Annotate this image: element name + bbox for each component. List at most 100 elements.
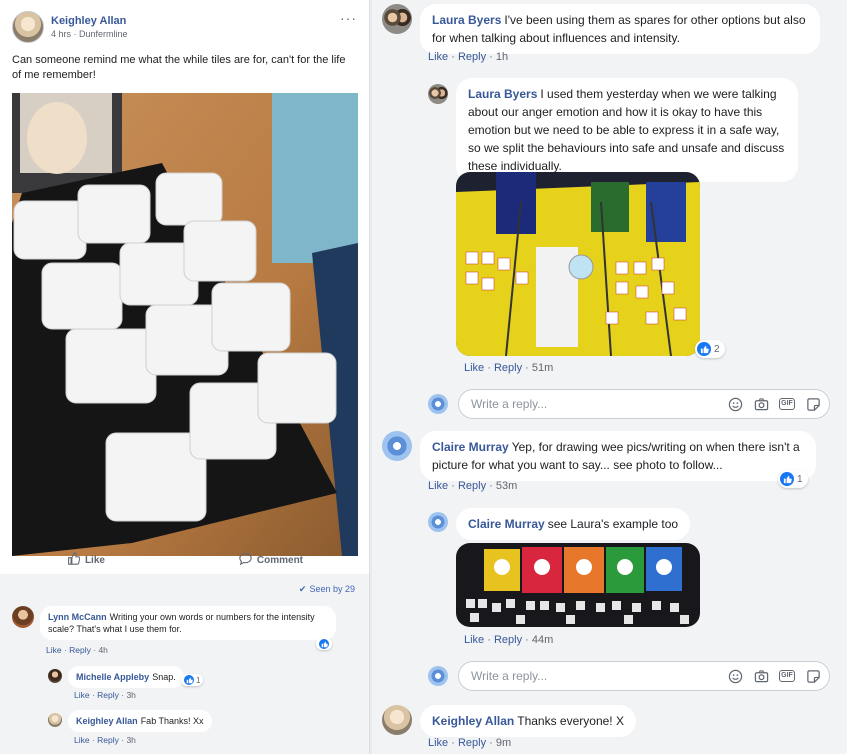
comment-time[interactable]: 53m <box>496 480 517 492</box>
post-text: Can someone remind me what the while til… <box>12 54 346 81</box>
comment-like-link[interactable]: Like <box>464 634 484 646</box>
comment-author[interactable]: Claire Murray <box>468 517 545 531</box>
avatar[interactable] <box>428 512 448 532</box>
reaction-count[interactable]: 1 <box>181 674 204 686</box>
comment-text: Snap. <box>152 672 176 682</box>
comment-time[interactable]: 1h <box>496 51 508 63</box>
emoji-icon[interactable] <box>727 396 743 412</box>
camera-icon[interactable] <box>753 668 769 684</box>
comment-bubble: Keighley Allan Fab Thanks! Xx <box>68 710 212 732</box>
reaction-count[interactable] <box>316 638 332 650</box>
comment-photo[interactable] <box>456 543 700 627</box>
comment-reply-link[interactable]: Reply <box>494 362 522 374</box>
reply: Keighley Allan Fab Thanks! Xx <box>48 710 212 732</box>
comment-button[interactable]: Comment <box>239 552 303 568</box>
post-author-block: Keighley Allan 4 hrs · Dunfermline <box>51 15 128 39</box>
reaction-count[interactable]: 2 <box>695 340 725 358</box>
reply: Michelle Appleby Snap. <box>48 666 184 688</box>
comment-bubble: Keighley Allan Thanks everyone! X <box>420 705 636 737</box>
comment-like-link[interactable]: Like <box>46 645 62 655</box>
reply: Laura Byers I used them yesterday when we… <box>428 78 798 182</box>
avatar[interactable] <box>12 606 34 628</box>
avatar[interactable] <box>428 84 448 104</box>
avatar[interactable] <box>48 713 62 727</box>
comment-reply-link[interactable]: Reply <box>69 645 91 655</box>
comment-time[interactable]: 51m <box>532 362 553 374</box>
seen-by-label: Seen by 29 <box>309 584 355 594</box>
comment-bubble: Laura Byers I've been using them as spare… <box>420 4 820 54</box>
comment-reply-link[interactable]: Reply <box>494 634 522 646</box>
comment-author[interactable]: Michelle Appleby <box>76 672 149 682</box>
comment-author[interactable]: Claire Murray <box>432 440 509 454</box>
like-reaction-icon <box>184 675 194 685</box>
comment-author[interactable]: Lynn McCann <box>48 612 107 622</box>
comment-time[interactable]: 44m <box>532 634 553 646</box>
comment-like-link[interactable]: Like <box>428 480 448 492</box>
more-options-icon[interactable]: ··· <box>340 10 357 26</box>
comment-bubble: Laura Byers I used them yesterday when we… <box>456 78 798 182</box>
comment-reply-link[interactable]: Reply <box>458 737 486 749</box>
gif-label: GIF <box>779 398 795 410</box>
check-icon: ✔ <box>298 584 307 594</box>
comment-label: Comment <box>256 554 304 566</box>
comment-text: Thanks everyone! X <box>517 714 624 728</box>
reply-placeholder: Write a reply... <box>471 397 548 411</box>
like-reaction-icon <box>697 342 711 356</box>
reaction-count-label: 2 <box>714 343 720 355</box>
post-photo[interactable] <box>12 93 358 556</box>
comment-time[interactable]: 3h <box>126 735 135 745</box>
comment-like-link[interactable]: Like <box>74 735 90 745</box>
thumbs-up-icon <box>67 552 81 568</box>
comment-author[interactable]: Laura Byers <box>432 13 501 27</box>
comment-time[interactable]: 9m <box>496 737 511 749</box>
comment-text: see Laura's example too <box>547 517 679 531</box>
reply-input[interactable]: Write a reply... GIF <box>458 661 830 691</box>
comment-photo[interactable] <box>456 172 700 356</box>
avatar[interactable] <box>48 669 62 683</box>
comment-reply-link[interactable]: Reply <box>458 51 486 63</box>
comment-actions: Like · Reply · 3h <box>74 735 136 745</box>
seen-by[interactable]: ✔ Seen by 29 <box>299 584 355 595</box>
comment-time[interactable]: 3h <box>126 690 135 700</box>
sticker-icon[interactable] <box>805 668 821 684</box>
post-author[interactable]: Keighley Allan <box>51 15 128 27</box>
comment-author[interactable]: Laura Byers <box>468 87 537 101</box>
post-meta[interactable]: 4 hrs · Dunfermline <box>51 29 128 39</box>
comment-author[interactable]: Keighley Allan <box>432 714 514 728</box>
like-button[interactable]: Like <box>67 552 105 568</box>
post-actions: Like Comment <box>0 546 370 574</box>
like-label: Like <box>84 554 105 566</box>
comment-like-link[interactable]: Like <box>464 362 484 374</box>
avatar <box>428 394 448 414</box>
avatar[interactable] <box>12 11 44 43</box>
emoji-icon[interactable] <box>727 668 743 684</box>
post-header: Keighley Allan 4 hrs · Dunfermline ··· <box>12 10 357 44</box>
avatar[interactable] <box>382 705 412 735</box>
comment-like-link[interactable]: Like <box>74 690 90 700</box>
reply-composer: Write a reply... GIF <box>428 389 830 419</box>
comment-reply-link[interactable]: Reply <box>97 690 119 700</box>
gif-icon[interactable]: GIF <box>779 396 795 412</box>
avatar[interactable] <box>382 4 412 34</box>
comment-bubble: Lynn McCann Writing your own words or num… <box>40 606 336 640</box>
comment: Claire Murray Yep, for drawing wee pics/w… <box>382 431 816 481</box>
like-reaction-icon <box>319 639 329 649</box>
comment-reply-link[interactable]: Reply <box>458 480 486 492</box>
facebook-post-view: Keighley Allan 4 hrs · Dunfermline ··· C… <box>0 0 847 754</box>
comment-thread: Laura Byers I've been using them as spare… <box>372 0 847 754</box>
comment-actions: Like · Reply · 3h <box>74 690 136 700</box>
like-reaction-icon <box>780 472 794 486</box>
post-panel: Keighley Allan 4 hrs · Dunfermline ··· C… <box>0 0 370 754</box>
comment-time[interactable]: 4h <box>98 645 107 655</box>
comment-reply-link[interactable]: Reply <box>97 735 119 745</box>
avatar[interactable] <box>382 431 412 461</box>
comment-like-link[interactable]: Like <box>428 737 448 749</box>
comment-like-link[interactable]: Like <box>428 51 448 63</box>
reaction-count-label: 1 <box>196 675 201 685</box>
reply-input[interactable]: Write a reply... GIF <box>458 389 830 419</box>
comment-author[interactable]: Keighley Allan <box>76 716 138 726</box>
sticker-icon[interactable] <box>805 396 821 412</box>
reaction-count[interactable]: 1 <box>778 470 808 488</box>
gif-icon[interactable]: GIF <box>779 668 795 684</box>
camera-icon[interactable] <box>753 396 769 412</box>
